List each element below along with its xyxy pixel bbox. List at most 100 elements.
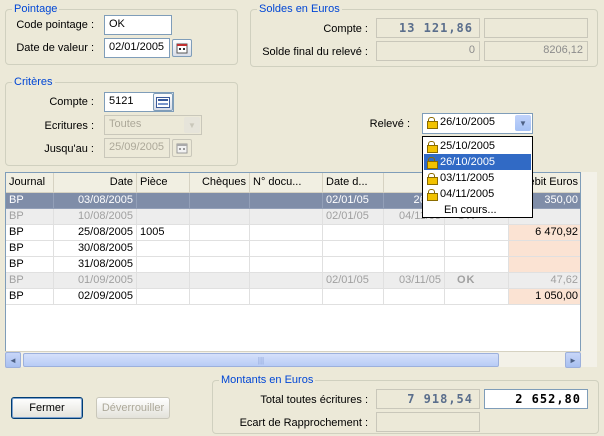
col-cheques[interactable]: Chèques bbox=[190, 173, 250, 192]
cell-piece bbox=[137, 289, 190, 305]
releve-option-label: 03/11/2005 bbox=[440, 172, 495, 184]
cell-pt bbox=[445, 257, 509, 273]
cell-dated bbox=[323, 289, 384, 305]
calendar-button[interactable] bbox=[172, 39, 192, 57]
empty-row bbox=[6, 321, 580, 337]
releve-option-label: 25/10/2005 bbox=[440, 140, 496, 152]
cell-cheques bbox=[190, 241, 250, 257]
table-row[interactable]: BP 30/08/2005 bbox=[6, 241, 580, 257]
table-row[interactable]: BP 25/08/2005 1005 6 470,92 bbox=[6, 225, 580, 241]
col-ndoc[interactable]: N° docu... bbox=[250, 173, 323, 192]
table-row[interactable]: BP 31/08/2005 bbox=[6, 257, 580, 273]
scroll-right-icon[interactable]: ► bbox=[565, 352, 581, 368]
cell-cheques bbox=[190, 193, 250, 209]
releve-label: Relevé : bbox=[369, 118, 410, 130]
releve-option[interactable]: En cours... bbox=[424, 202, 531, 218]
compte-picker-button[interactable] bbox=[153, 93, 173, 111]
col-piece[interactable]: Pièce bbox=[137, 173, 190, 192]
ecritures-value: Toutes bbox=[109, 118, 142, 130]
cell-piece bbox=[137, 209, 190, 225]
ecritures-select[interactable]: Toutes ▼ bbox=[104, 115, 202, 135]
list-icon bbox=[156, 96, 170, 108]
releve-option[interactable]: 25/10/2005 bbox=[424, 138, 531, 154]
solde-final-value2: 8206,12 bbox=[484, 41, 588, 61]
cell-rel: 03/11/05 bbox=[384, 273, 445, 289]
table-row[interactable]: BP 01/09/2005 02/01/05 03/11/05 OK 47,62 bbox=[6, 273, 580, 289]
cell-cheques bbox=[190, 257, 250, 273]
cell-date: 03/08/2005 bbox=[54, 193, 137, 209]
cell-dated: 02/01/05 bbox=[323, 209, 384, 225]
releve-dropdown-icon: ▼ bbox=[515, 115, 531, 131]
releve-option-label: 26/10/2005 bbox=[440, 156, 496, 168]
cell-piece: 1005 bbox=[137, 225, 190, 241]
ecart-value bbox=[376, 412, 480, 432]
cell-rel bbox=[384, 257, 445, 273]
releve-option[interactable]: 26/10/2005 bbox=[424, 154, 531, 170]
releve-option[interactable]: 03/11/2005 bbox=[424, 170, 531, 186]
horizontal-scrollbar[interactable]: ◄ ||| ► bbox=[5, 351, 581, 368]
solde-final-label: Solde final du relevé : bbox=[262, 46, 368, 58]
cell-cheques bbox=[190, 209, 250, 225]
table-row[interactable]: BP 02/09/2005 1 050,00 bbox=[6, 289, 580, 305]
code-pointage-input[interactable]: OK bbox=[104, 15, 172, 35]
jusquau-input[interactable]: 25/09/2005 bbox=[104, 138, 170, 158]
cell-date: 25/08/2005 bbox=[54, 225, 137, 241]
cell-journal: BP bbox=[6, 273, 54, 289]
cell-ndoc bbox=[250, 225, 323, 241]
solde-compte-label: Compte : bbox=[323, 23, 368, 35]
cell-cheques bbox=[190, 289, 250, 305]
cell-ndoc bbox=[250, 273, 323, 289]
cell-debit bbox=[509, 241, 580, 257]
cell-dated: 02/01/05 bbox=[323, 193, 384, 209]
solde-final-value1: 0 bbox=[376, 41, 480, 61]
cell-ndoc bbox=[250, 193, 323, 209]
cell-ndoc bbox=[250, 209, 323, 225]
date-valeur-input[interactable]: 02/01/2005 bbox=[104, 38, 170, 58]
lock-icon bbox=[427, 189, 438, 202]
releve-select[interactable]: 26/10/2005 ▼ bbox=[422, 113, 533, 134]
cell-pt bbox=[445, 225, 509, 241]
cell-date: 31/08/2005 bbox=[54, 257, 137, 273]
releve-option-label: En cours... bbox=[444, 204, 497, 216]
col-dated[interactable]: Date d... bbox=[323, 173, 384, 192]
jusquau-calendar-button[interactable] bbox=[172, 139, 192, 157]
cell-dated bbox=[323, 241, 384, 257]
montants-legend: Montants en Euros bbox=[221, 374, 314, 386]
cell-rel bbox=[384, 225, 445, 241]
calendar-icon bbox=[176, 43, 188, 54]
col-date[interactable]: Date bbox=[54, 173, 137, 192]
cell-date: 10/08/2005 bbox=[54, 209, 137, 225]
cell-date: 30/08/2005 bbox=[54, 241, 137, 257]
cell-piece bbox=[137, 273, 190, 289]
cell-ndoc bbox=[250, 289, 323, 305]
lock-icon bbox=[427, 173, 438, 186]
solde-compte-value: 13 121,86 bbox=[376, 18, 480, 38]
cell-rel bbox=[384, 241, 445, 257]
scroll-left-icon[interactable]: ◄ bbox=[5, 352, 21, 368]
cell-dated bbox=[323, 225, 384, 241]
cell-dated bbox=[323, 257, 384, 273]
pointage-legend: Pointage bbox=[14, 3, 58, 15]
col-journal[interactable]: Journal bbox=[6, 173, 54, 192]
lock-icon bbox=[427, 117, 438, 130]
cell-piece bbox=[137, 241, 190, 257]
fermer-button[interactable]: Fermer bbox=[11, 397, 83, 419]
cell-journal: BP bbox=[6, 225, 54, 241]
date-valeur-label: Date de valeur : bbox=[16, 42, 94, 54]
ecritures-dropdown-icon: ▼ bbox=[184, 117, 200, 133]
cell-journal: BP bbox=[6, 257, 54, 273]
total-value1: 7 918,54 bbox=[376, 389, 480, 409]
cell-debit: 6 470,92 bbox=[509, 225, 580, 241]
scroll-thumb[interactable]: ||| bbox=[23, 353, 499, 367]
empty-row bbox=[6, 305, 580, 321]
lock-icon bbox=[427, 141, 438, 154]
cell-debit: 1 050,00 bbox=[509, 289, 580, 305]
total-label: Total toutes écritures : bbox=[260, 394, 368, 406]
vertical-scrollbar[interactable] bbox=[581, 172, 597, 367]
ecritures-label: Ecritures : bbox=[44, 120, 94, 132]
ecart-label: Ecart de Rapprochement : bbox=[239, 417, 368, 429]
releve-option[interactable]: 04/11/2005 bbox=[424, 186, 531, 202]
cell-journal: BP bbox=[6, 193, 54, 209]
deverrouiller-button[interactable]: Déverrouiller bbox=[96, 397, 170, 419]
cell-journal: BP bbox=[6, 241, 54, 257]
